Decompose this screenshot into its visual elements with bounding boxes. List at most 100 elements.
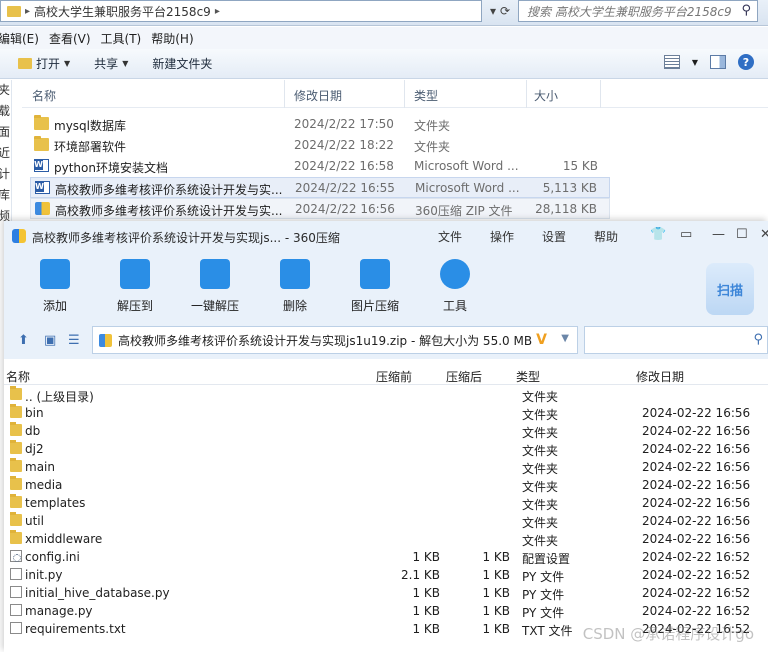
extract-to-button[interactable]: 解压到 (100, 259, 170, 314)
column-divider[interactable] (404, 80, 405, 108)
menu-settings[interactable]: 设置 (542, 228, 566, 245)
archive-entry-row[interactable]: media 文件夹 2024-02-22 16:56 (4, 476, 768, 494)
menu-tools[interactable]: 工具(T) (101, 30, 152, 47)
column-date[interactable]: 修改日期 (294, 87, 342, 104)
archive-entry-row[interactable]: initial_hive_database.py 1 KB 1 KB PY 文件 202… (4, 584, 768, 602)
list-view-icon[interactable]: ☰ (68, 333, 80, 348)
open-button[interactable]: 打开 ▼ (0, 49, 82, 79)
feedback-icon[interactable]: ▭ (680, 227, 692, 242)
config-file-icon (10, 550, 22, 562)
column-name[interactable]: 名称 (6, 368, 30, 385)
archive-entry-row[interactable]: util 文件夹 2024-02-22 16:56 (4, 512, 768, 530)
column-size[interactable]: 大小 (534, 87, 558, 104)
new-folder-button[interactable]: 新建文件夹 (140, 49, 224, 79)
skin-icon[interactable]: 👕 (650, 227, 666, 242)
entry-name: media (25, 478, 63, 492)
chevron-down-icon[interactable]: ▼ (692, 58, 698, 67)
delete-button[interactable]: 删除 (260, 259, 330, 314)
search-icon[interactable]: ⚲ (741, 3, 751, 18)
close-icon[interactable]: ✕ (760, 227, 768, 242)
maximize-icon[interactable]: ☐ (736, 227, 748, 242)
folder-icon (10, 530, 22, 544)
one-click-extract-button[interactable]: 一键解压 (180, 259, 250, 314)
file-date: 2024/2/22 16:56 (295, 202, 395, 216)
file-row[interactable]: mysql数据库 2024/2/22 17:50 文件夹 (30, 114, 610, 135)
help-icon[interactable]: ? (738, 54, 754, 70)
archive-entry-row[interactable]: bin 文件夹 2024-02-22 16:56 (4, 404, 768, 422)
column-type[interactable]: 类型 (414, 87, 438, 104)
refresh-icon[interactable]: ⟳ (495, 0, 515, 22)
file-row[interactable]: 高校教师多维考核评价系统设计开发与实... 2024/2/22 16:55 Micr… (30, 177, 610, 198)
recycle-bin-icon (280, 259, 310, 289)
minimize-icon[interactable]: — (712, 227, 725, 242)
archive-entry-row[interactable]: init.py 2.1 KB 1 KB PY 文件 2024-02-22 16:52 (4, 566, 768, 584)
archive-entry-row[interactable]: templates 文件夹 2024-02-22 16:56 (4, 494, 768, 512)
zip-archive-icon (99, 333, 112, 347)
menu-file[interactable]: 文件 (438, 228, 462, 245)
search-input[interactable]: 搜索 高校大学生兼职服务平台2158c9 ⚲ (518, 0, 758, 22)
column-packed[interactable]: 压缩后 (446, 368, 482, 385)
entry-size: 2.1 KB (401, 568, 440, 582)
up-level-icon[interactable]: ⬆ (18, 333, 29, 348)
archive-entry-row[interactable]: .. (上级目录) 文件夹 (4, 386, 768, 404)
entry-date: 2024-02-22 16:56 (642, 496, 751, 510)
file-icon (10, 622, 22, 634)
entry-type: 文件夹 (522, 462, 559, 476)
archive-path-field[interactable]: 高校教师多维考核评价系统设计开发与实现js1u19.zip - 解包大小为 55… (92, 326, 578, 354)
add-button[interactable]: 添加 (20, 259, 90, 314)
column-headers: 名称 修改日期 类型 大小 (22, 80, 768, 108)
file-row[interactable]: python环境安装文档 2024/2/22 16:58 Microsoft Wor… (30, 156, 610, 177)
menu-edit[interactable]: 编辑(E) (0, 30, 49, 47)
column-divider[interactable] (526, 80, 527, 108)
address-path[interactable]: 高校大学生兼职服务平台2158c9 (34, 3, 211, 20)
word-doc-icon (34, 159, 49, 172)
column-divider[interactable] (284, 80, 285, 108)
file-row[interactable]: 环境部署软件 2024/2/22 18:22 文件夹 (30, 135, 610, 156)
entry-date: 2024-02-22 16:52 (642, 550, 751, 564)
title-bar[interactable]: 高校教师多维考核评价系统设计开发与实现js... - 360压缩 文件 操作 设… (4, 221, 768, 251)
nav-item[interactable]: 近 (0, 143, 11, 164)
nav-item[interactable]: 计 (0, 164, 11, 185)
menu-operate[interactable]: 操作 (490, 228, 514, 245)
archive-entry-row[interactable]: main 文件夹 2024-02-22 16:56 (4, 458, 768, 476)
menu-bar: 编辑(E) 查看(V) 工具(T) 帮助(H) (0, 27, 768, 49)
entry-packed-size: 1 KB (482, 604, 510, 618)
folder-icon (10, 476, 22, 490)
nav-item[interactable]: 面 (0, 122, 11, 143)
menu-help[interactable]: 帮助(H) (151, 30, 203, 47)
archive-entry-row[interactable]: manage.py 1 KB 1 KB PY 文件 2024-02-22 16:52 (4, 602, 768, 620)
column-date[interactable]: 修改日期 (636, 368, 684, 385)
folder-icon (10, 494, 22, 508)
nav-item[interactable]: 库 (0, 185, 11, 206)
share-button[interactable]: 共享 ▼ (82, 49, 140, 79)
file-row[interactable]: 高校教师多维考核评价系统设计开发与实... 2024/2/22 16:56 360压… (30, 198, 610, 219)
image-compress-button[interactable]: 图片压缩 (340, 259, 410, 314)
entry-name: bin (25, 406, 44, 420)
column-size[interactable]: 压缩前 (376, 368, 412, 385)
column-type[interactable]: 类型 (516, 368, 540, 385)
chevron-right-icon[interactable]: ▸ (25, 6, 30, 17)
chevron-right-icon[interactable]: ▸ (215, 6, 220, 17)
nav-item[interactable]: 载 (0, 101, 11, 122)
column-name[interactable]: 名称 (32, 87, 56, 104)
word-doc-icon (35, 181, 50, 194)
menu-help[interactable]: 帮助 (594, 228, 618, 245)
address-bar[interactable]: ▸ 高校大学生兼职服务平台2158c9 ▸ (0, 0, 482, 22)
scan-button[interactable]: 扫描 (706, 263, 754, 315)
archive-entry-row[interactable]: config.ini 1 KB 1 KB 配置设置 2024-02-22 16:52 (4, 548, 768, 566)
search-icon[interactable]: ⚲ (753, 332, 763, 347)
chevron-down-icon[interactable]: ▼ (561, 333, 569, 344)
entry-type: TXT 文件 (522, 624, 573, 638)
entry-type: PY 文件 (522, 606, 565, 620)
archive-entry-row[interactable]: dj2 文件夹 2024-02-22 16:56 (4, 440, 768, 458)
menu-view[interactable]: 查看(V) (49, 30, 101, 47)
thumbnail-view-icon[interactable]: ▣ (44, 333, 56, 348)
view-options-icon[interactable] (663, 55, 680, 69)
archive-search-input[interactable]: ⚲ (584, 326, 768, 354)
preview-pane-icon[interactable] (710, 55, 726, 69)
column-divider[interactable] (600, 80, 601, 108)
archive-entry-row[interactable]: xmiddleware 文件夹 2024-02-22 16:56 (4, 530, 768, 548)
nav-item[interactable]: 夹 (0, 80, 11, 101)
tools-button[interactable]: 工具 (420, 259, 490, 314)
archive-entry-row[interactable]: db 文件夹 2024-02-22 16:56 (4, 422, 768, 440)
